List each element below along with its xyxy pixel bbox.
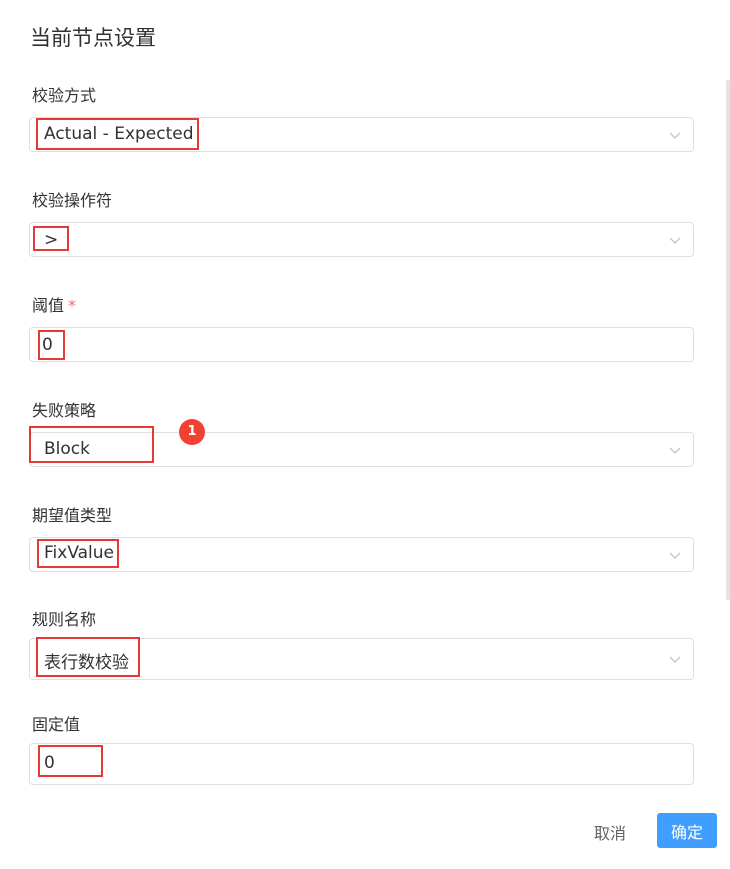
- chevron-down-icon: [669, 132, 681, 139]
- chevron-down-icon: [669, 552, 681, 559]
- threshold-label-text: 阈值: [32, 296, 65, 315]
- expected-type-label: 期望值类型: [32, 506, 113, 525]
- page-title: 当前节点设置: [30, 26, 156, 50]
- cancel-button[interactable]: 取消: [594, 820, 626, 844]
- operator-label: 校验操作符: [32, 191, 113, 210]
- fixed-value-label: 固定值: [32, 715, 81, 734]
- operator-select[interactable]: [29, 222, 694, 257]
- expected-type-select[interactable]: [29, 537, 694, 572]
- operator-value: >: [44, 230, 59, 250]
- threshold-input[interactable]: [29, 327, 694, 362]
- confirm-button[interactable]: 确定: [657, 813, 717, 848]
- chevron-down-icon: [669, 656, 681, 663]
- check-method-value: Actual - Expected: [44, 124, 194, 144]
- check-method-label: 校验方式: [32, 86, 97, 105]
- fixed-value-input[interactable]: [29, 743, 694, 785]
- rule-name-label: 规则名称: [32, 610, 97, 629]
- threshold-label: 阈值 *: [32, 292, 76, 316]
- threshold-value: 0: [42, 335, 53, 355]
- scrollbar[interactable]: [726, 80, 730, 600]
- annotation-badge: 1: [179, 419, 205, 445]
- failure-strategy-label: 失败策略: [32, 401, 97, 420]
- required-mark: *: [68, 296, 77, 315]
- fixed-value-value: 0: [44, 753, 55, 773]
- rule-name-value: 表行数校验: [44, 653, 129, 673]
- expected-type-value: FixValue: [44, 543, 115, 563]
- chevron-down-icon: [669, 237, 681, 244]
- failure-strategy-value: Block: [44, 439, 90, 459]
- chevron-down-icon: [669, 447, 681, 454]
